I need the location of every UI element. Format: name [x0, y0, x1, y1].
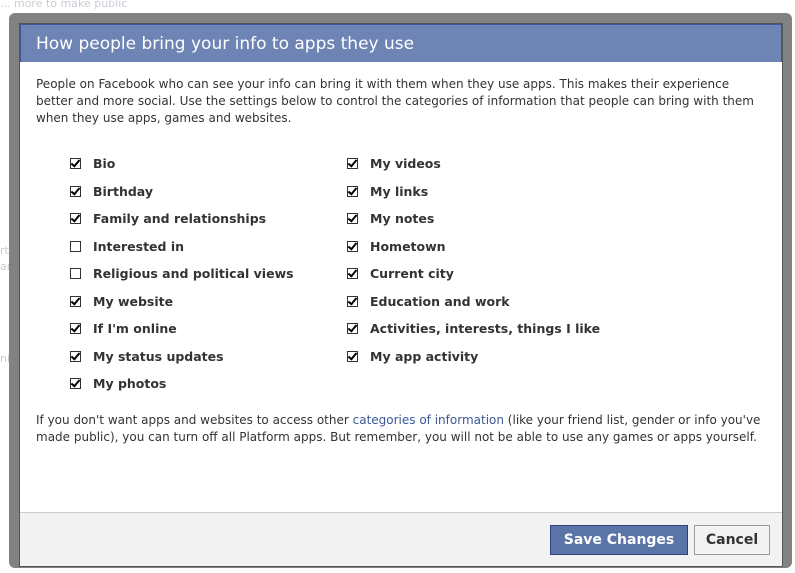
- option-label: Religious and political views: [93, 266, 294, 282]
- option-label: My website: [93, 293, 174, 309]
- option-label: My photos: [93, 376, 167, 392]
- background-text: rt: [0, 244, 9, 257]
- option-row[interactable]: My app activity: [347, 343, 600, 371]
- checkbox-checked[interactable]: [347, 268, 358, 280]
- option-row[interactable]: My links: [347, 178, 600, 206]
- checkbox-checked[interactable]: [70, 295, 81, 307]
- option-row[interactable]: My photos: [70, 370, 347, 398]
- option-row[interactable]: Family and relationships: [70, 205, 347, 233]
- apps-privacy-dialog: How people bring your info to apps they …: [19, 23, 783, 567]
- checkbox-checked[interactable]: [347, 158, 358, 170]
- option-label: Birthday: [93, 183, 153, 199]
- option-row[interactable]: Education and work: [347, 288, 600, 316]
- option-label: My videos: [370, 156, 441, 172]
- checkbox-checked[interactable]: [70, 213, 81, 225]
- option-row[interactable]: If I'm online: [70, 315, 347, 343]
- option-label: My links: [370, 183, 429, 199]
- option-row[interactable]: Birthday: [70, 178, 347, 206]
- option-label: Current city: [370, 266, 454, 282]
- background-text: ... more to make public: [0, 0, 128, 10]
- option-row[interactable]: Activities, interests, things I like: [347, 315, 600, 343]
- option-label: Education and work: [370, 293, 510, 309]
- option-label: Hometown: [370, 238, 446, 254]
- option-row[interactable]: Religious and political views: [70, 260, 347, 288]
- checkbox-checked[interactable]: [70, 378, 81, 390]
- checkbox-checked[interactable]: [70, 323, 81, 335]
- option-label: My app activity: [370, 348, 479, 364]
- dialog-body: People on Facebook who can see your info…: [20, 62, 782, 446]
- checkbox-checked[interactable]: [347, 323, 358, 335]
- option-label: Family and relationships: [93, 211, 267, 227]
- checkbox-checked[interactable]: [347, 350, 358, 362]
- option-label: My status updates: [93, 348, 224, 364]
- option-row[interactable]: My status updates: [70, 343, 347, 371]
- checkbox-unchecked[interactable]: [70, 240, 81, 252]
- save-changes-button[interactable]: Save Changes: [550, 525, 688, 555]
- checkbox-checked[interactable]: [347, 185, 358, 197]
- option-row[interactable]: Hometown: [347, 233, 600, 261]
- option-row[interactable]: Interested in: [70, 233, 347, 261]
- option-label: Bio: [93, 156, 116, 172]
- outro-text: If you don't want apps and websites to a…: [36, 412, 764, 446]
- option-row[interactable]: My videos: [347, 150, 600, 178]
- option-label: If I'm online: [93, 321, 177, 337]
- checkbox-checked[interactable]: [70, 350, 81, 362]
- option-row[interactable]: My website: [70, 288, 347, 316]
- option-label: My notes: [370, 211, 435, 227]
- checkbox-checked[interactable]: [70, 158, 81, 170]
- checkbox-checked[interactable]: [70, 185, 81, 197]
- option-label: Activities, interests, things I like: [370, 321, 601, 337]
- intro-text: People on Facebook who can see your info…: [36, 77, 754, 125]
- option-row[interactable]: My notes: [347, 205, 600, 233]
- options-column-right: My videos My links My notes Hometown Current…: [347, 150, 600, 398]
- option-row[interactable]: Bio: [70, 150, 347, 178]
- checkbox-checked[interactable]: [347, 240, 358, 252]
- options-column-left: Bio Birthday Family and relationships Inter…: [70, 150, 347, 398]
- categories-of-information-link[interactable]: categories of information: [353, 413, 504, 427]
- checkbox-checked[interactable]: [347, 295, 358, 307]
- option-row[interactable]: Current city: [347, 260, 600, 288]
- cancel-button[interactable]: Cancel: [694, 525, 770, 555]
- checkbox-unchecked[interactable]: [70, 268, 81, 280]
- outro-text-start: If you don't want apps and websites to a…: [36, 412, 353, 427]
- dialog-title: How people bring your info to apps they …: [20, 24, 782, 62]
- options-grid: Bio Birthday Family and relationships Inter…: [36, 150, 766, 398]
- checkbox-checked[interactable]: [347, 213, 358, 225]
- option-label: Interested in: [93, 238, 185, 254]
- dialog-footer: Save Changes Cancel: [20, 512, 782, 566]
